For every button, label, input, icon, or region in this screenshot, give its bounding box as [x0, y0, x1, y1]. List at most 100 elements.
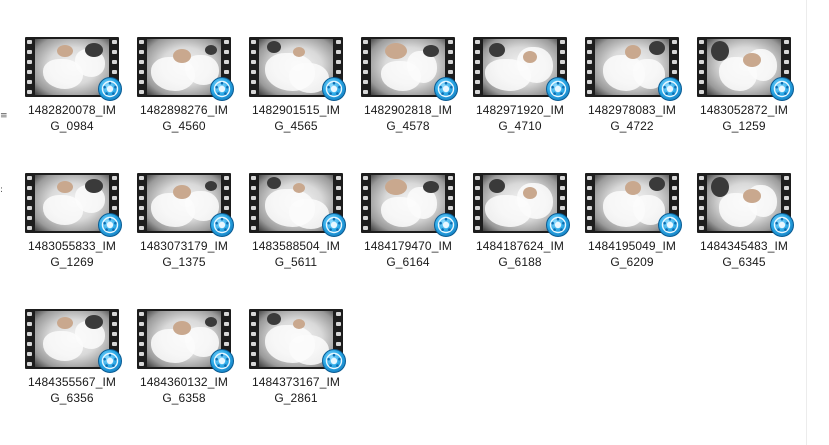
file-name-line-1: 1484373167_IM — [251, 375, 341, 389]
video-thumbnail — [137, 173, 234, 237]
video-file-item[interactable]: 1483055833_IM G_1269 — [21, 169, 123, 286]
video-thumbnail — [361, 173, 458, 237]
file-name-line-1: 1482978083_IM — [587, 103, 677, 117]
video-thumbnail — [249, 37, 346, 101]
video-thumbnail — [697, 37, 794, 101]
file-name-line-1: 1484360132_IM — [139, 375, 229, 389]
video-file-item[interactable]: 1483052872_IM G_1259 — [693, 33, 795, 150]
media-player-play-icon — [98, 213, 122, 237]
file-explorer-content-view: ≡ : 1482820078_IM G_0984 1482898276_IM G… — [0, 0, 829, 445]
media-player-play-icon — [210, 213, 234, 237]
file-name-line-2: G_6356 — [50, 391, 94, 405]
file-name-label: 1483588504_IM G_5611 — [245, 238, 347, 270]
video-thumbnail — [137, 37, 234, 101]
file-name-label: 1482898276_IM G_4560 — [133, 102, 235, 134]
media-player-play-icon — [770, 77, 794, 101]
file-name-label: 1483052872_IM G_1259 — [693, 102, 795, 134]
file-name-line-1: 1484179470_IM — [363, 239, 453, 253]
file-name-line-2: G_4710 — [498, 119, 542, 133]
media-player-play-icon — [546, 213, 570, 237]
left-pane-edge-mark: : — [0, 185, 4, 195]
video-thumbnail — [249, 309, 346, 373]
file-name-line-2: G_6345 — [722, 255, 766, 269]
media-player-play-icon — [770, 213, 794, 237]
media-player-play-icon — [322, 349, 346, 373]
video-file-item[interactable]: 1482971920_IM G_4710 — [469, 33, 571, 150]
media-player-play-icon — [210, 77, 234, 101]
video-file-item[interactable]: 1484187624_IM G_6188 — [469, 169, 571, 286]
file-name-line-1: 1484187624_IM — [475, 239, 565, 253]
file-name-line-1: 1482902818_IM — [363, 103, 453, 117]
file-name-line-1: 1483055833_IM — [27, 239, 117, 253]
video-file-item[interactable]: 1482820078_IM G_0984 — [21, 33, 123, 150]
file-icon-grid: 1482820078_IM G_0984 1482898276_IM G_456… — [21, 33, 805, 422]
file-name-line-2: G_6164 — [386, 255, 430, 269]
media-player-play-icon — [322, 213, 346, 237]
video-file-item[interactable]: 1483073179_IM G_1375 — [133, 169, 235, 286]
file-name-line-1: 1484195049_IM — [587, 239, 677, 253]
video-thumbnail — [473, 37, 570, 101]
scrollbar-track[interactable] — [806, 0, 807, 445]
video-thumbnail — [25, 309, 122, 373]
file-name-line-2: G_1269 — [50, 255, 94, 269]
video-file-item[interactable]: 1482902818_IM G_4578 — [357, 33, 459, 150]
file-name-label: 1482820078_IM G_0984 — [21, 102, 123, 134]
media-player-play-icon — [322, 77, 346, 101]
video-file-item[interactable]: 1484360132_IM G_6358 — [133, 305, 235, 422]
file-name-label: 1484195049_IM G_6209 — [581, 238, 683, 270]
file-name-label: 1484345483_IM G_6345 — [693, 238, 795, 270]
video-thumbnail — [697, 173, 794, 237]
file-name-line-1: 1483052872_IM — [699, 103, 789, 117]
video-file-item[interactable]: 1482898276_IM G_4560 — [133, 33, 235, 150]
video-thumbnail — [585, 173, 682, 237]
file-name-label: 1484187624_IM G_6188 — [469, 238, 571, 270]
media-player-play-icon — [658, 213, 682, 237]
media-player-play-icon — [546, 77, 570, 101]
video-thumbnail — [25, 37, 122, 101]
file-name-line-1: 1484345483_IM — [699, 239, 789, 253]
video-file-item[interactable]: 1484179470_IM G_6164 — [357, 169, 459, 286]
video-file-item[interactable]: 1484345483_IM G_6345 — [693, 169, 795, 286]
video-file-item[interactable]: 1482901515_IM G_4565 — [245, 33, 347, 150]
file-name-line-1: 1483588504_IM — [251, 239, 341, 253]
file-name-line-2: G_1259 — [722, 119, 766, 133]
file-name-line-1: 1482971920_IM — [475, 103, 565, 117]
file-name-line-2: G_4722 — [610, 119, 654, 133]
file-name-line-2: G_4578 — [386, 119, 430, 133]
left-pane-edge-mark: ≡ — [0, 111, 8, 121]
file-name-label: 1484373167_IM G_2861 — [245, 374, 347, 406]
media-player-play-icon — [98, 349, 122, 373]
file-name-label: 1484179470_IM G_6164 — [357, 238, 459, 270]
media-player-play-icon — [210, 349, 234, 373]
file-name-label: 1483073179_IM G_1375 — [133, 238, 235, 270]
file-name-line-2: G_6209 — [610, 255, 654, 269]
video-thumbnail — [249, 173, 346, 237]
file-name-line-2: G_6358 — [162, 391, 206, 405]
file-name-line-2: G_2861 — [274, 391, 318, 405]
file-name-label: 1482901515_IM G_4565 — [245, 102, 347, 134]
file-name-label: 1482971920_IM G_4710 — [469, 102, 571, 134]
file-name-label: 1483055833_IM G_1269 — [21, 238, 123, 270]
file-name-line-2: G_4565 — [274, 119, 318, 133]
media-player-play-icon — [658, 77, 682, 101]
file-name-line-1: 1482898276_IM — [139, 103, 229, 117]
file-name-line-2: G_4560 — [162, 119, 206, 133]
media-player-play-icon — [434, 213, 458, 237]
video-file-item[interactable]: 1482978083_IM G_4722 — [581, 33, 683, 150]
file-name-line-2: G_1375 — [162, 255, 206, 269]
video-file-item[interactable]: 1483588504_IM G_5611 — [245, 169, 347, 286]
video-thumbnail — [585, 37, 682, 101]
media-player-play-icon — [434, 77, 458, 101]
file-name-line-1: 1484355567_IM — [27, 375, 117, 389]
file-name-label: 1482978083_IM G_4722 — [581, 102, 683, 134]
video-file-item[interactable]: 1484195049_IM G_6209 — [581, 169, 683, 286]
file-name-label: 1484360132_IM G_6358 — [133, 374, 235, 406]
media-player-play-icon — [98, 77, 122, 101]
file-name-line-1: 1482820078_IM — [27, 103, 117, 117]
video-thumbnail — [137, 309, 234, 373]
video-file-item[interactable]: 1484355567_IM G_6356 — [21, 305, 123, 422]
video-file-item[interactable]: 1484373167_IM G_2861 — [245, 305, 347, 422]
video-thumbnail — [473, 173, 570, 237]
file-name-label: 1484355567_IM G_6356 — [21, 374, 123, 406]
video-thumbnail — [361, 37, 458, 101]
